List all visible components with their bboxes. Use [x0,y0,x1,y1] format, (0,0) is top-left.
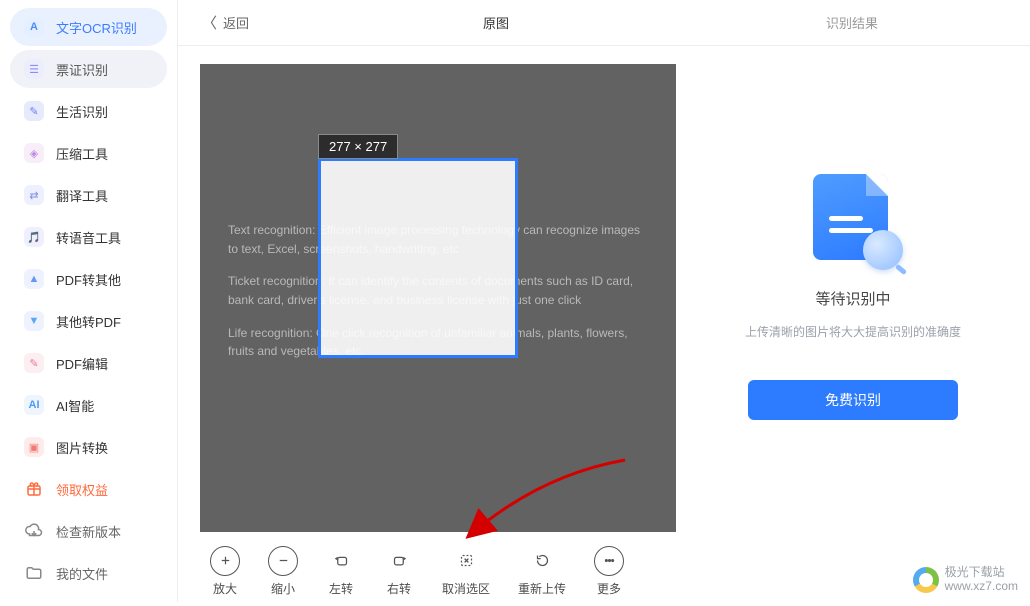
tool-label: 重新上传 [518,580,566,597]
sidebar-item-label: PDF转其他 [56,270,121,289]
result-title: 等待识别中 [815,288,890,309]
rotate-right-icon [384,546,414,576]
sidebar-item-label: PDF编辑 [56,354,108,373]
zoom-in-button[interactable]: 放大 [210,546,240,597]
image-stage[interactable]: Text recognition: Efficient image proces… [200,64,676,532]
sidebar-item-other-to-pdf[interactable]: ▼ 其他转PDF [10,302,167,340]
compress-icon: ◈ [24,143,44,163]
pdf-edit-icon: ✎ [24,353,44,373]
sidebar-item-label: 我的文件 [56,564,108,583]
sidebar-item-label: 其他转PDF [56,312,121,331]
sidebar-item-image-convert[interactable]: ▣ 图片转换 [10,428,167,466]
tool-label: 更多 [597,580,621,597]
sidebar-item-label: AI智能 [56,396,94,415]
sidebar-item-translate[interactable]: ⇄ 翻译工具 [10,176,167,214]
sidebar-item-speech[interactable]: 🎵 转语音工具 [10,218,167,256]
image-toolbar: 放大 缩小 左转 右转 [200,532,676,602]
chevron-left-icon: 〈 [202,12,217,33]
reupload-button[interactable]: 重新上传 [518,546,566,597]
sidebar-item-label: 生活识别 [56,102,108,121]
sidebar-item-ocr[interactable]: A 文字OCR识别 [10,8,167,46]
speech-icon: 🎵 [24,227,44,247]
ocr-icon: A [24,17,44,37]
tab-bar: 原图 识别结果 [318,13,1030,32]
image-pane: Text recognition: Efficient image proces… [200,64,676,602]
tool-label: 放大 [213,580,237,597]
sidebar-item-ticket[interactable]: ☰ 票证识别 [10,50,167,88]
crop-size-badge: 277 × 277 [318,134,398,159]
sidebar-item-label: 压缩工具 [56,144,108,163]
topbar: 〈 返回 原图 识别结果 [178,0,1030,46]
result-subtitle: 上传清晰的图片将大大提高识别的准确度 [745,323,961,340]
result-panel: 等待识别中 上传清晰的图片将大大提高识别的准确度 免费识别 [698,64,1008,602]
watermark-logo-icon [913,567,939,593]
tab-result[interactable]: 识别结果 [674,13,1030,32]
magnifier-icon [863,230,903,270]
crop-rectangle[interactable] [318,158,518,358]
life-icon: ✎ [24,101,44,121]
sidebar-item-label: 票证识别 [56,60,108,79]
recognize-button[interactable]: 免费识别 [748,380,958,420]
zoom-out-button[interactable]: 缩小 [268,546,298,597]
rotate-left-button[interactable]: 左转 [326,546,356,597]
sidebar-item-ai[interactable]: AI AI智能 [10,386,167,424]
cancel-selection-icon [451,546,481,576]
ticket-icon: ☰ [24,59,44,79]
watermark-url: www.xz7.com [945,580,1018,594]
tool-label: 右转 [387,580,411,597]
rotate-left-icon [326,546,356,576]
more-button[interactable]: 更多 [594,546,624,597]
sidebar: A 文字OCR识别 ☰ 票证识别 ✎ 生活识别 ◈ 压缩工具 ⇄ 翻译工具 🎵 … [0,0,178,602]
sidebar-item-claim-benefits[interactable]: 领取权益 [10,470,167,508]
sidebar-item-pdf-to-other[interactable]: ▲ PDF转其他 [10,260,167,298]
sidebar-item-label: 翻译工具 [56,186,108,205]
translate-icon: ⇄ [24,185,44,205]
cancel-selection-button[interactable]: 取消选区 [442,546,490,597]
sidebar-item-compress[interactable]: ◈ 压缩工具 [10,134,167,172]
sidebar-item-pdf-edit[interactable]: ✎ PDF编辑 [10,344,167,382]
sidebar-item-label: 文字OCR识别 [56,18,137,37]
watermark: 极光下载站 www.xz7.com [909,564,1022,596]
sidebar-item-check-update[interactable]: 检查新版本 [10,512,167,550]
watermark-name: 极光下载站 [945,566,1018,580]
cloud-download-icon [24,521,44,541]
zoom-in-icon [210,546,240,576]
sidebar-item-life[interactable]: ✎ 生活识别 [10,92,167,130]
tool-label: 缩小 [271,580,295,597]
sidebar-bottom-list: 领取权益 检查新版本 我的文件 [0,470,177,606]
tool-label: 左转 [329,580,353,597]
back-label: 返回 [223,13,249,32]
sidebar-item-label: 转语音工具 [56,228,121,247]
pdf-to-other-icon: ▲ [24,269,44,289]
zoom-out-icon [268,546,298,576]
image-convert-icon: ▣ [24,437,44,457]
content-area: Text recognition: Efficient image proces… [178,46,1030,602]
ai-icon: AI [24,395,44,415]
rotate-right-button[interactable]: 右转 [384,546,414,597]
tool-label: 取消选区 [442,580,490,597]
main-area: 〈 返回 原图 识别结果 Text recognition: Efficient… [178,0,1030,602]
back-button[interactable]: 〈 返回 [178,12,318,33]
sidebar-item-my-files[interactable]: 我的文件 [10,554,167,592]
folder-icon [24,563,44,583]
other-to-pdf-icon: ▼ [24,311,44,331]
sidebar-item-label: 检查新版本 [56,522,121,541]
sidebar-item-label: 领取权益 [56,480,108,499]
tab-original[interactable]: 原图 [318,13,674,32]
reupload-icon [527,546,557,576]
sidebar-main-list: A 文字OCR识别 ☰ 票证识别 ✎ 生活识别 ◈ 压缩工具 ⇄ 翻译工具 🎵 … [0,8,177,470]
more-icon [594,546,624,576]
gift-icon [24,479,44,499]
waiting-illustration [807,174,899,266]
sidebar-item-label: 图片转换 [56,438,108,457]
